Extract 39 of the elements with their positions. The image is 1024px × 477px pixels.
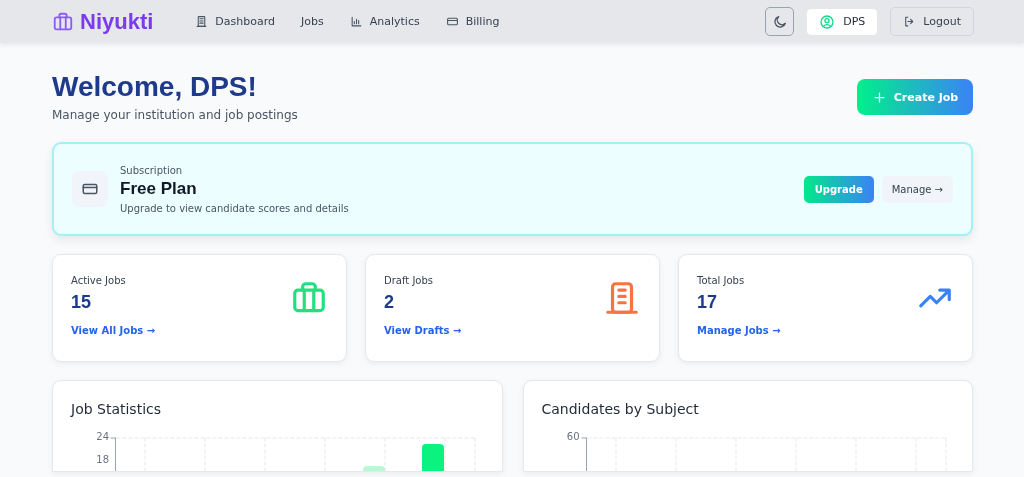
building-icon <box>195 15 209 28</box>
chart-bar <box>422 444 444 471</box>
logout-button[interactable]: Logout <box>890 7 974 36</box>
plan-name: Free Plan <box>120 178 198 199</box>
nav-link[interactable]: Billing <box>445 15 500 28</box>
stat-link[interactable]: View Drafts → <box>384 325 462 336</box>
stat-label: Total Jobs <box>697 275 746 286</box>
stat-link[interactable]: View All Jobs → <box>71 325 156 336</box>
page-title: Welcome, DPS! <box>52 71 258 103</box>
axis-tick-label: 24 <box>95 431 109 442</box>
chart-title: Candidates by Subject <box>541 401 700 417</box>
stat-link[interactable]: Manage Jobs → <box>697 325 781 336</box>
nav-link[interactable]: Dashboard <box>195 15 276 28</box>
subscription-label: Subscription <box>120 164 184 176</box>
user-button[interactable]: DPS <box>806 7 879 36</box>
moon-icon <box>771 13 788 30</box>
stat-value: 17 <box>697 292 719 313</box>
stat-value: 2 <box>384 292 395 313</box>
axis-tick-label: 60 <box>565 431 580 442</box>
stat-value: 15 <box>71 292 93 313</box>
credit-card-icon <box>445 15 459 28</box>
manage-button[interactable]: Manage → <box>881 175 953 203</box>
plus-icon <box>871 89 887 105</box>
nav-link[interactable]: Jobs <box>301 15 324 28</box>
chart-title: Job Statistics <box>71 401 163 417</box>
y-axis <box>110 437 116 471</box>
axis-tick-label: 18 <box>95 454 109 465</box>
chart-bar <box>363 466 385 471</box>
page-subtitle: Manage your institution and job postings <box>52 108 298 122</box>
brand-logo[interactable]: Niyukti <box>80 8 154 35</box>
nav-link[interactable]: Analytics <box>349 15 420 28</box>
stat-label: Active Jobs <box>71 275 127 286</box>
bar-chart-icon <box>349 15 363 28</box>
y-axis <box>581 437 587 471</box>
plan-note: Upgrade to view candidate scores and details <box>120 202 349 214</box>
stat-label: Draft Jobs <box>384 275 434 286</box>
user-icon <box>819 13 836 30</box>
briefcase-icon <box>52 10 74 33</box>
theme-toggle-button[interactable] <box>765 7 795 36</box>
